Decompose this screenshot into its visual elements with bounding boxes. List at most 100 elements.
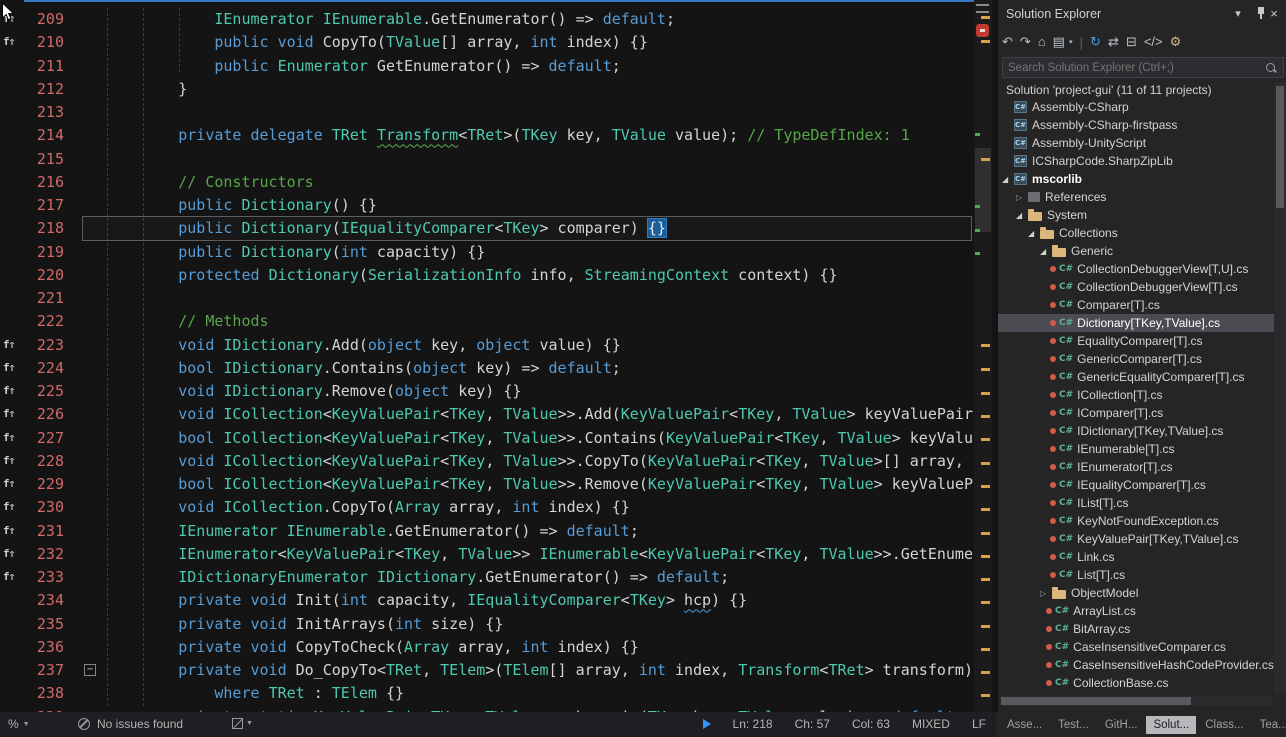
panel-tab[interactable]: Solut... bbox=[1146, 716, 1196, 734]
code-line[interactable]: private void InitArrays(int size) {} bbox=[106, 613, 503, 636]
tree-item[interactable]: C#IEnumerator[T].cs bbox=[998, 458, 1274, 476]
tree-item[interactable]: C#IComparer[T].cs bbox=[998, 404, 1274, 422]
tree-item[interactable]: C#Dictionary[TKey,TValue].cs bbox=[998, 314, 1274, 332]
tree-item[interactable]: C#Assembly-CSharp-firstpass bbox=[998, 116, 1274, 134]
properties-icon[interactable]: ⚙ bbox=[1170, 32, 1182, 52]
expander-closed-icon[interactable]: ▷ bbox=[1040, 589, 1052, 598]
tree-item[interactable]: ◢Collections bbox=[998, 224, 1274, 242]
play-icon[interactable] bbox=[703, 719, 711, 729]
window-position-icon[interactable]: ▾ bbox=[1230, 6, 1246, 22]
tree-vertical-scrollbar[interactable] bbox=[1274, 82, 1286, 694]
outline-collapse-button[interactable]: − bbox=[84, 664, 96, 676]
code-line[interactable]: IEnumerator IEnumerable.GetEnumerator() … bbox=[106, 8, 675, 31]
pin-icon[interactable] bbox=[1248, 6, 1264, 22]
tree-item[interactable]: C#CaseInsensitiveComparer.cs bbox=[998, 638, 1274, 656]
tree-item[interactable]: C#Assembly-CSharp bbox=[998, 98, 1274, 116]
tree-item[interactable]: C#IList[T].cs bbox=[998, 494, 1274, 512]
search-icon[interactable] bbox=[1265, 62, 1277, 74]
tree-item[interactable]: C#IEnumerable[T].cs bbox=[998, 440, 1274, 458]
expander-closed-icon[interactable]: ▷ bbox=[1016, 193, 1028, 202]
scrollbar-thumb[interactable] bbox=[1001, 697, 1191, 705]
tree-item[interactable]: C#GenericEqualityComparer[T].cs bbox=[998, 368, 1274, 386]
code-line[interactable]: public Dictionary(int capacity) {} bbox=[106, 241, 485, 264]
code-line[interactable]: void IDictionary.Remove(object key) {} bbox=[106, 380, 521, 403]
tree-item[interactable]: C#IEqualityComparer[T].cs bbox=[998, 476, 1274, 494]
tree-item[interactable]: C#BitArray.cs bbox=[998, 620, 1274, 638]
tree-item[interactable]: C#CaseInsensitiveHashCodeProvider.cs bbox=[998, 656, 1274, 674]
code-view-icon[interactable]: </> bbox=[1144, 32, 1163, 52]
tree-item[interactable]: C#List[T].cs bbox=[998, 566, 1274, 584]
tree-item[interactable]: C#Assembly-UnityScript bbox=[998, 134, 1274, 152]
tree-item[interactable]: ▷References bbox=[998, 188, 1274, 206]
home-icon[interactable]: ⌂ bbox=[1038, 32, 1046, 52]
search-input[interactable] bbox=[1003, 58, 1261, 77]
edit-status-control[interactable]: ▼ bbox=[232, 718, 253, 729]
expander-open-icon[interactable]: ◢ bbox=[1002, 175, 1014, 184]
split-editor-handle[interactable] bbox=[976, 4, 989, 13]
expander-open-icon[interactable]: ◢ bbox=[1028, 229, 1040, 238]
tree-item[interactable]: C#EqualityComparer[T].cs bbox=[998, 332, 1274, 350]
tree-item[interactable]: C#ArrayList.cs bbox=[998, 602, 1274, 620]
back-icon[interactable]: ↶ bbox=[1002, 32, 1013, 52]
expander-open-icon[interactable]: ◢ bbox=[1016, 211, 1028, 220]
code-line[interactable]: bool ICollection<KeyValuePair<TKey, TVal… bbox=[106, 473, 974, 496]
panel-tab[interactable]: Test... bbox=[1051, 716, 1096, 734]
panel-tab[interactable]: GitH... bbox=[1098, 716, 1145, 734]
editor-scrollbar[interactable] bbox=[974, 0, 992, 712]
code-line[interactable]: bool ICollection<KeyValuePair<TKey, TVal… bbox=[106, 427, 974, 450]
code-line[interactable]: public Dictionary() {} bbox=[106, 194, 377, 217]
tree-item[interactable]: ◢Generic bbox=[998, 242, 1274, 260]
eol-indicator[interactable]: LF bbox=[972, 717, 986, 731]
tree-item[interactable]: C#CollectionBase.cs bbox=[998, 674, 1274, 692]
tree-item[interactable]: ▷ObjectModel bbox=[998, 584, 1274, 602]
code-line[interactable]: IEnumerator IEnumerable.GetEnumerator() … bbox=[106, 520, 639, 543]
code-area[interactable]: IEnumerator IEnumerable.GetEnumerator() … bbox=[0, 0, 974, 712]
code-editor[interactable]: 2092102112122132142152162172182192202212… bbox=[0, 0, 996, 712]
code-line[interactable]: private void CopyToCheck(Array array, in… bbox=[106, 636, 639, 659]
character-indicator[interactable]: Ch: 57 bbox=[795, 717, 830, 731]
code-line[interactable]: } bbox=[106, 78, 187, 101]
tree-item[interactable]: C#CollectionDebuggerView[T].cs bbox=[998, 278, 1274, 296]
close-icon[interactable]: × bbox=[1266, 6, 1282, 22]
tree-item[interactable]: ◢C#mscorlib bbox=[998, 170, 1274, 188]
scope-filter-icon[interactable]: ▤ bbox=[1053, 32, 1065, 52]
tree-horizontal-scrollbar[interactable] bbox=[1000, 696, 1272, 706]
collapse-all-icon[interactable]: ⊟ bbox=[1126, 32, 1137, 52]
tree-item[interactable]: C#GenericComparer[T].cs bbox=[998, 350, 1274, 368]
tree-item[interactable]: C#CollectionDebuggerView[T,U].cs bbox=[998, 260, 1274, 278]
panel-tab[interactable]: Asse... bbox=[1000, 716, 1049, 734]
tree-item[interactable]: C#Link.cs bbox=[998, 548, 1274, 566]
tree-item[interactable]: C#KeyValuePair[TKey,TValue].cs bbox=[998, 530, 1274, 548]
code-line[interactable]: private void Do_CopyTo<TRet, TElem>(TEle… bbox=[106, 659, 973, 682]
tree-item[interactable]: ◢System bbox=[998, 206, 1274, 224]
code-line[interactable]: // Constructors bbox=[106, 171, 314, 194]
tree-item[interactable]: C#Comparer[T].cs bbox=[998, 296, 1274, 314]
tree-item[interactable]: C#ICollection[T].cs bbox=[998, 386, 1274, 404]
code-line[interactable]: bool IDictionary.Contains(object key) =>… bbox=[106, 357, 621, 380]
line-indicator[interactable]: Ln: 218 bbox=[733, 717, 773, 731]
issues-status[interactable]: No issues found bbox=[78, 717, 183, 731]
scrollbar-thumb[interactable] bbox=[1276, 86, 1284, 208]
tree-item[interactable]: C#IDictionary[TKey,TValue].cs bbox=[998, 422, 1274, 440]
code-line[interactable]: protected Dictionary(SerializationInfo i… bbox=[106, 264, 838, 287]
tree-item[interactable]: C#KeyNotFoundException.cs bbox=[998, 512, 1274, 530]
tree-item[interactable]: C#ICSharpCode.SharpZipLib bbox=[998, 152, 1274, 170]
expander-open-icon[interactable]: ◢ bbox=[1040, 247, 1052, 256]
code-line[interactable]: public void CopyTo(TValue[] array, int i… bbox=[106, 31, 648, 54]
code-line[interactable]: private delegate TRet Transform<TRet>(TK… bbox=[106, 124, 910, 147]
panel-tab[interactable]: Tea... bbox=[1253, 716, 1286, 734]
code-line[interactable]: // Methods bbox=[106, 310, 269, 333]
code-line[interactable]: void ICollection<KeyValuePair<TKey, TVal… bbox=[106, 403, 974, 426]
forward-icon[interactable]: ↷ bbox=[1020, 32, 1031, 52]
search-box[interactable] bbox=[1002, 57, 1284, 78]
panel-tab[interactable]: Class... bbox=[1198, 716, 1250, 734]
code-line[interactable]: IDictionaryEnumerator IDictionary.GetEnu… bbox=[106, 566, 729, 589]
panel-title-bar[interactable]: Solution Explorer ▾ × bbox=[998, 4, 1286, 26]
encoding-indicator[interactable]: MIXED bbox=[912, 717, 950, 731]
code-line[interactable]: public Enumerator GetEnumerator() => def… bbox=[106, 55, 621, 78]
code-line[interactable]: void ICollection<KeyValuePair<TKey, TVal… bbox=[106, 450, 974, 473]
zoom-control[interactable]: % ▼ bbox=[8, 717, 30, 731]
column-indicator[interactable]: Col: 63 bbox=[852, 717, 890, 731]
code-line[interactable]: void IDictionary.Add(object key, object … bbox=[106, 334, 621, 357]
code-line[interactable]: public Dictionary(IEqualityComparer<TKey… bbox=[106, 217, 666, 240]
